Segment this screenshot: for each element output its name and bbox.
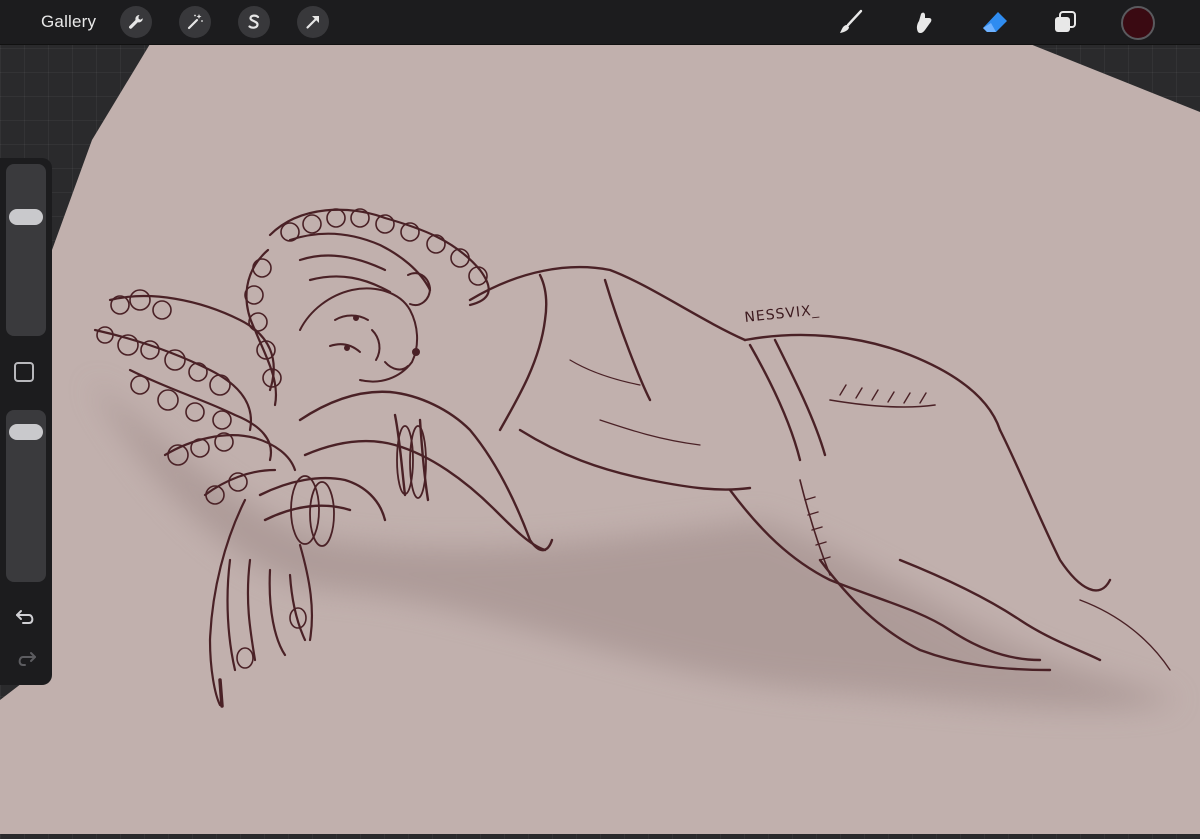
layers-icon — [1055, 11, 1076, 32]
arrow-transform-icon — [306, 16, 319, 29]
transform-button[interactable] — [297, 6, 329, 38]
layers-button[interactable] — [1048, 5, 1082, 39]
eraser-icon — [983, 12, 1007, 32]
undo-icon — [16, 610, 34, 624]
opacity-slider[interactable] — [6, 410, 46, 582]
brush-size-thumb[interactable] — [9, 209, 43, 225]
undo-button[interactable] — [13, 604, 39, 630]
brush-icon — [840, 9, 863, 33]
opacity-thumb[interactable] — [9, 423, 43, 440]
redo-icon — [18, 652, 36, 666]
brush-size-slider[interactable] — [6, 164, 46, 336]
adjustments-button[interactable] — [179, 6, 211, 38]
selection-button[interactable] — [238, 6, 270, 38]
modify-square-icon[interactable] — [14, 362, 34, 382]
left-sidebar — [0, 158, 52, 685]
actions-button[interactable] — [120, 6, 152, 38]
selection-s-icon — [248, 14, 260, 29]
top-toolbar: Gallery — [0, 0, 1200, 45]
wrench-icon — [129, 14, 143, 29]
brush-tool-button[interactable] — [834, 5, 868, 39]
eraser-tool-button[interactable] — [978, 5, 1012, 39]
color-picker-button[interactable] — [1121, 6, 1155, 40]
magic-wand-icon — [187, 14, 203, 30]
artwork-canvas[interactable]: NESSVIX_ — [0, 0, 1200, 834]
canvas-paper — [0, 44, 1200, 834]
gallery-button[interactable]: Gallery — [41, 12, 96, 32]
smudge-tool-button[interactable] — [906, 5, 940, 39]
redo-button[interactable] — [13, 646, 39, 672]
smudge-icon — [916, 12, 932, 34]
canvas-area[interactable]: NESSVIX_ — [0, 0, 1200, 834]
